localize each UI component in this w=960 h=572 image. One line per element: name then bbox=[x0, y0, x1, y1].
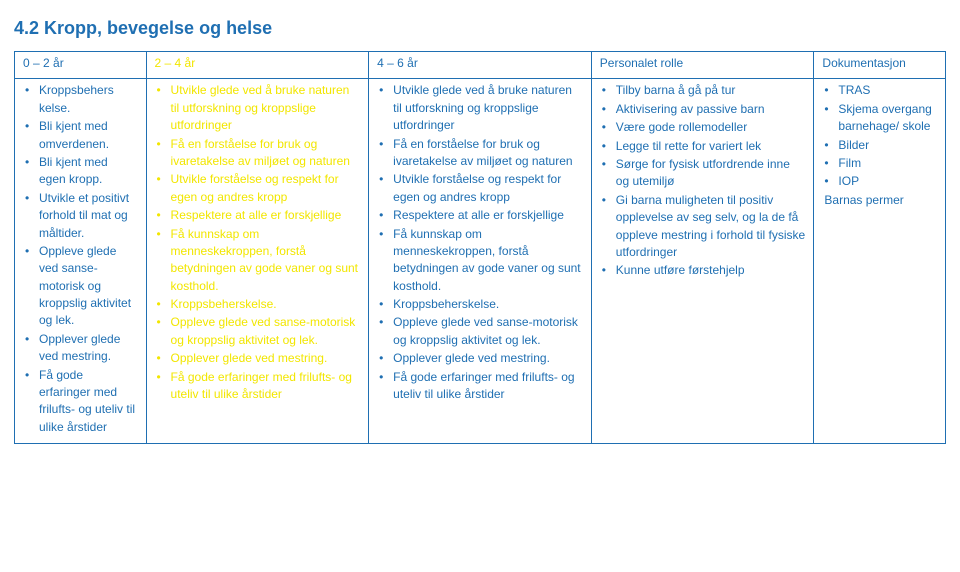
section-title: 4.2 Kropp, bevegelse og helse bbox=[14, 18, 946, 39]
list-item: Kunne utføre førstehjelp bbox=[616, 262, 806, 279]
list-item: Utvikle glede ved å bruke naturen til ut… bbox=[171, 82, 361, 134]
list-item: Bli kjent med omverdenen. bbox=[39, 118, 138, 153]
list-item: Oppleve glede ved sanse-motorisk og krop… bbox=[393, 314, 583, 349]
header-col-dokumentasjon: Dokumentasjon bbox=[814, 52, 946, 79]
list-item: Få en forståelse for bruk og ivaretakels… bbox=[393, 136, 583, 171]
list-personalet: Tilby barna å gå på tur Aktivisering av … bbox=[600, 82, 806, 279]
list-item: Utvikle forståelse og respekt for egen o… bbox=[393, 171, 583, 206]
list-item: Gi barna muligheten til positiv opplevel… bbox=[616, 192, 806, 262]
cell-4-6: Utvikle glede ved å bruke naturen til ut… bbox=[369, 79, 592, 444]
list-item: Opplever glede ved mestring. bbox=[171, 350, 361, 367]
list-item: Bli kjent med egen kropp. bbox=[39, 154, 138, 189]
list-item: IOP bbox=[838, 173, 937, 190]
header-col-personalet: Personalet rolle bbox=[591, 52, 814, 79]
cell-personalet: Tilby barna å gå på tur Aktivisering av … bbox=[591, 79, 814, 444]
list-item: Få gode erfaringer med frilufts- og utel… bbox=[171, 369, 361, 404]
list-item: Være gode rollemodeller bbox=[616, 119, 806, 136]
list-item: Kroppsbeherskelse. bbox=[171, 296, 361, 313]
list-item: Film bbox=[838, 155, 937, 172]
list-item: Oppleve glede ved sanse-motorisk og krop… bbox=[39, 243, 138, 330]
list-item: Opplever glede ved mestring. bbox=[393, 350, 583, 367]
cell-0-2: Kroppsbehers kelse. Bli kjent med omverd… bbox=[15, 79, 147, 444]
list-4-6: Utvikle glede ved å bruke naturen til ut… bbox=[377, 82, 583, 403]
header-col-0-2: 0 – 2 år bbox=[15, 52, 147, 79]
list-item: Få kunnskap om menneskekroppen, forstå b… bbox=[393, 226, 583, 296]
list-item: Aktivisering av passive barn bbox=[616, 101, 806, 118]
cell-dokumentasjon: TRAS Skjema overgang barnehage/ skole Bi… bbox=[814, 79, 946, 444]
list-item: Respektere at alle er forskjellige bbox=[171, 207, 361, 224]
list-item: Legge til rette for variert lek bbox=[616, 138, 806, 155]
list-item: Skjema overgang barnehage/ skole bbox=[838, 101, 937, 136]
list-item: Opplever glede ved mestring. bbox=[39, 331, 138, 366]
curriculum-table: 0 – 2 år 2 – 4 år 4 – 6 år Personalet ro… bbox=[14, 51, 946, 444]
list-item: Bilder bbox=[838, 137, 937, 154]
header-row: 0 – 2 år 2 – 4 år 4 – 6 år Personalet ro… bbox=[15, 52, 946, 79]
body-row: Kroppsbehers kelse. Bli kjent med omverd… bbox=[15, 79, 946, 444]
list-item: Oppleve glede ved sanse-motorisk og krop… bbox=[171, 314, 361, 349]
list-0-2: Kroppsbehers kelse. Bli kjent med omverd… bbox=[23, 82, 138, 436]
list-item: Utvikle glede ved å bruke naturen til ut… bbox=[393, 82, 583, 134]
list-item: Tilby barna å gå på tur bbox=[616, 82, 806, 99]
header-col-4-6: 4 – 6 år bbox=[369, 52, 592, 79]
list-dokumentasjon: TRAS Skjema overgang barnehage/ skole Bi… bbox=[822, 82, 937, 190]
list-item: Utvikle et positivt forhold til mat og m… bbox=[39, 190, 138, 242]
list-item: Respektere at alle er forskjellige bbox=[393, 207, 583, 224]
list-item: Få gode erfaringer med frilufts- og utel… bbox=[393, 369, 583, 404]
list-item: Utvikle forståelse og respekt for egen o… bbox=[171, 171, 361, 206]
extra-text: Barnas permer bbox=[822, 192, 937, 209]
header-col-2-4: 2 – 4 år bbox=[146, 52, 369, 79]
list-item: Få en forståelse for bruk og ivaretakels… bbox=[171, 136, 361, 171]
list-2-4: Utvikle glede ved å bruke naturen til ut… bbox=[155, 82, 361, 403]
list-item: Få gode erfaringer med frilufts- og utel… bbox=[39, 367, 138, 437]
list-item: Sørge for fysisk utfordrende inne og ute… bbox=[616, 156, 806, 191]
list-item: Kroppsbeherskelse. bbox=[393, 296, 583, 313]
cell-2-4: Utvikle glede ved å bruke naturen til ut… bbox=[146, 79, 369, 444]
list-item: Kroppsbehers kelse. bbox=[39, 82, 138, 117]
list-item: Få kunnskap om menneskekroppen, forstå b… bbox=[171, 226, 361, 296]
list-item: TRAS bbox=[838, 82, 937, 99]
